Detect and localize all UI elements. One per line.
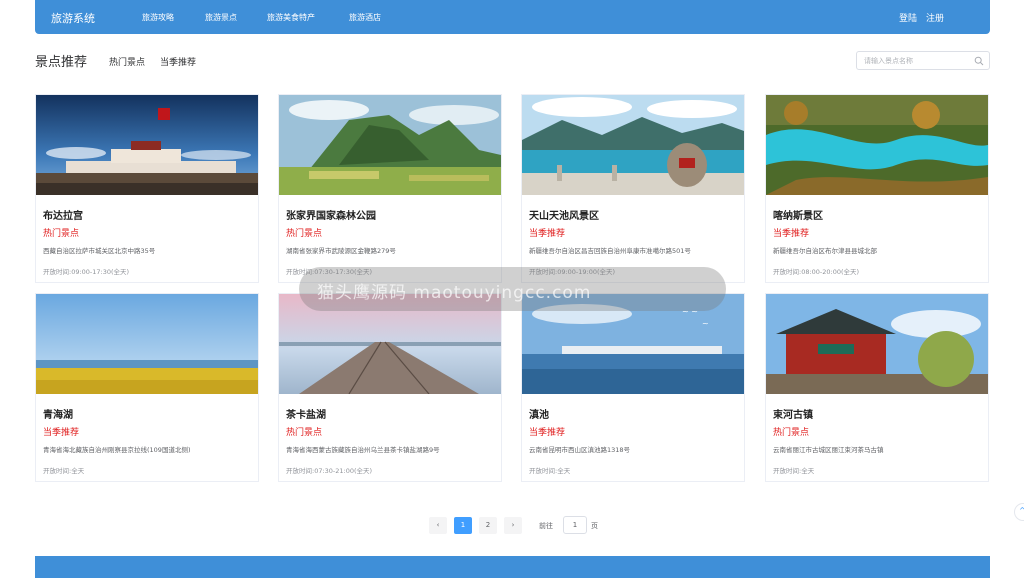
card-tag: 当季推荐	[773, 229, 810, 239]
search-input[interactable]	[864, 55, 969, 67]
nav-hotels[interactable]: 旅游酒店	[349, 12, 381, 23]
scenic-card[interactable]: 茶卡盐湖 热门景点 青海省海西蒙古族藏族自治州乌兰县茶卡镇盐湖路9号 开放时间:…	[278, 293, 502, 482]
card-tag: 热门景点	[286, 229, 323, 239]
card-hours: 开放时间:全天	[43, 467, 85, 475]
login-link[interactable]: 登陆	[899, 11, 917, 24]
card-hours: 开放时间:全天	[529, 467, 571, 475]
scenic-card[interactable]: 束河古镇 热门景点 云南省丽江市古城区丽江束河茶马古镇 开放时间:全天	[765, 293, 989, 482]
card-tag: 当季推荐	[529, 428, 566, 438]
prev-page-button[interactable]: ‹	[429, 517, 447, 534]
top-navbar: 旅游系统 旅游攻略 旅游景点 旅游美食特产 旅游酒店 登陆 注册	[35, 0, 990, 34]
page-button-1[interactable]: 1	[454, 517, 472, 534]
card-hours: 开放时间:08:00-20:00(全天)	[773, 268, 860, 276]
search-icon[interactable]	[974, 56, 984, 66]
card-tag: 当季推荐	[529, 229, 566, 239]
scenic-photo-zhangjiajie	[279, 95, 501, 195]
scenic-photo-potala	[36, 95, 258, 195]
card-tag: 热门景点	[43, 229, 80, 239]
goto-label: 前往	[539, 522, 553, 530]
card-hours: 开放时间:09:00-17:30(全天)	[43, 268, 130, 276]
card-title: 青海湖	[43, 410, 73, 421]
footer-bar	[35, 556, 990, 578]
scenic-card[interactable]: 张家界国家森林公园 热门景点 湖南省张家界市武陵源区金鞭路279号 开放时间:0…	[278, 94, 502, 283]
watermark-text: 猫头鹰源码 maotouyingcc.com	[317, 283, 592, 303]
watermark-banner: 猫头鹰源码 maotouyingcc.com	[299, 267, 726, 311]
register-link[interactable]: 注册	[926, 11, 944, 24]
filter-hot[interactable]: 热门景点	[109, 55, 145, 68]
scenic-photo-qinghai-lake	[36, 294, 258, 394]
nav-food-specialties[interactable]: 旅游美食特产	[267, 12, 315, 23]
card-title: 布达拉宫	[43, 211, 83, 222]
next-page-button[interactable]: ›	[504, 517, 522, 534]
card-title: 滇池	[529, 410, 549, 421]
card-address: 新疆维吾尔自治区布尔津县县城北部	[773, 247, 877, 255]
card-title: 喀纳斯景区	[773, 211, 823, 222]
card-title: 束河古镇	[773, 410, 813, 421]
card-tag: 热门景点	[286, 428, 323, 438]
card-address: 云南省昆明市西山区滇池路1318号	[529, 446, 631, 454]
card-address: 西藏自治区拉萨市城关区北京中路35号	[43, 247, 156, 255]
nav-scenic-spots[interactable]: 旅游景点	[205, 12, 237, 23]
svg-text:~: ~	[702, 319, 709, 328]
card-hours: 开放时间:全天	[773, 467, 815, 475]
page-button-2[interactable]: 2	[479, 517, 497, 534]
chevron-up-icon: ^	[1019, 506, 1024, 515]
back-to-top-button[interactable]: ^	[1014, 503, 1024, 521]
brand-logo[interactable]: 旅游系统	[51, 10, 95, 26]
card-tag: 热门景点	[773, 428, 810, 438]
card-hours: 开放时间:07:30-21:00(全天)	[286, 467, 373, 475]
scenic-card[interactable]: 布达拉宫 热门景点 西藏自治区拉萨市城关区北京中路35号 开放时间:09:00-…	[35, 94, 259, 283]
card-address: 青海省海北藏族自治州刚察县京拉线(109国道北侧)	[43, 446, 191, 454]
card-title: 茶卡盐湖	[286, 410, 326, 421]
scenic-photo-shuhe	[766, 294, 988, 394]
scenic-card[interactable]: 青海湖 当季推荐 青海省海北藏族自治州刚察县京拉线(109国道北侧) 开放时间:…	[35, 293, 259, 482]
section-title: 景点推荐	[35, 55, 88, 70]
scenic-card[interactable]: 天山天池风景区 当季推荐 新疆维吾尔自治区昌吉回族自治州阜康市准噶尔路501号 …	[521, 94, 745, 283]
card-address: 云南省丽江市古城区丽江束河茶马古镇	[773, 446, 884, 454]
card-address: 青海省海西蒙古族藏族自治州乌兰县茶卡镇盐湖路9号	[286, 446, 440, 454]
card-title: 天山天池风景区	[529, 211, 599, 222]
scenic-photo-tianchi	[522, 95, 744, 195]
filter-seasonal[interactable]: 当季推荐	[160, 55, 196, 68]
goto-suffix: 页	[591, 522, 598, 530]
card-address: 新疆维吾尔自治区昌吉回族自治州阜康市准噶尔路501号	[529, 247, 691, 255]
card-address: 湖南省张家界市武陵源区金鞭路279号	[286, 247, 396, 255]
search-box	[856, 51, 990, 70]
scenic-photo-kanas	[766, 95, 988, 195]
scenic-card[interactable]: 喀纳斯景区 当季推荐 新疆维吾尔自治区布尔津县县城北部 开放时间:08:00-2…	[765, 94, 989, 283]
card-tag: 当季推荐	[43, 428, 80, 438]
scenic-card[interactable]: ~ ~ ~ 滇池 当季推荐 云南省昆明市西山区滇池路1318号 开放时间:全天	[521, 293, 745, 482]
goto-page-input[interactable]	[563, 516, 587, 534]
nav-travel-guide[interactable]: 旅游攻略	[142, 12, 174, 23]
card-title: 张家界国家森林公园	[286, 211, 376, 222]
